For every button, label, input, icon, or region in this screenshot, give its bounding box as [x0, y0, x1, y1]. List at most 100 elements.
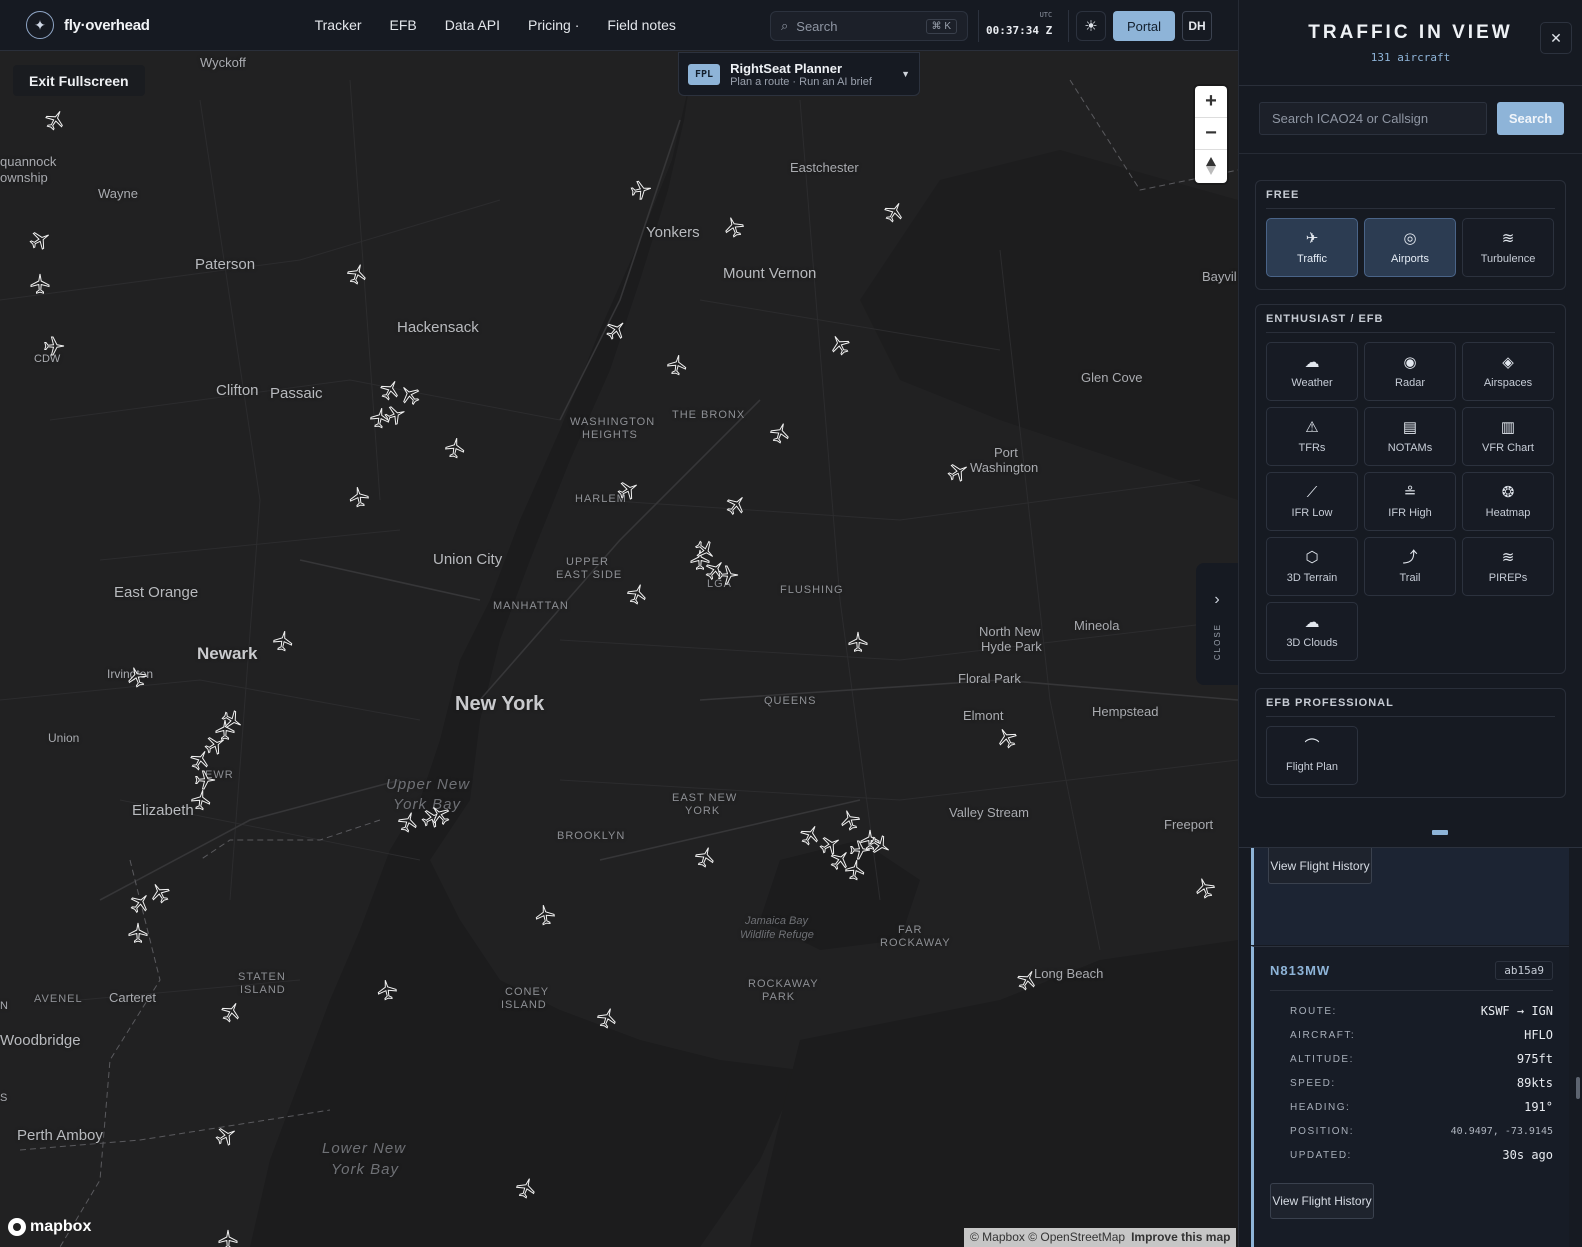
layer-toggle-heatmap[interactable]: ❂ Heatmap — [1462, 472, 1554, 531]
layer-toggle-traffic[interactable]: ✈ Traffic — [1266, 218, 1358, 277]
layer-toggle-radar[interactable]: ◉ Radar — [1364, 342, 1456, 401]
aircraft-marker[interactable] — [846, 630, 870, 654]
route-icon: ⌒ — [1304, 738, 1320, 755]
place-label: ISLAND — [501, 999, 547, 1011]
aircraft-marker[interactable] — [220, 708, 244, 732]
aircraft-marker[interactable] — [428, 803, 452, 827]
cube-icon: ⬡ — [1305, 549, 1319, 566]
aircraft-marker[interactable] — [368, 406, 392, 430]
aircraft-marker[interactable] — [148, 881, 172, 905]
layer-toggle-notams[interactable]: ▤ NOTAMs — [1364, 407, 1456, 466]
aircraft-marker[interactable] — [42, 334, 66, 358]
aircraft-marker[interactable] — [28, 228, 52, 252]
layer-toggle-turbulence[interactable]: ≋ Turbulence — [1462, 218, 1554, 277]
layer-toggle-ifr-high[interactable]: ≗ IFR High — [1364, 472, 1456, 531]
aircraft-marker[interactable] — [189, 788, 213, 812]
aircraft-marker[interactable] — [828, 333, 852, 357]
place-label: Passaic — [270, 385, 323, 402]
aircraft-marker[interactable] — [514, 1176, 538, 1200]
aircraft-marker[interactable] — [126, 921, 150, 945]
aircraft-marker[interactable] — [693, 845, 717, 869]
view-flight-history-button[interactable]: View Flight History — [1268, 848, 1372, 884]
attribution-text[interactable]: © Mapbox © OpenStreetMap — [970, 1230, 1125, 1244]
aircraft-marker[interactable] — [271, 629, 295, 653]
view-flight-history-button[interactable]: View Flight History — [1270, 1183, 1374, 1219]
place-label: Upper New — [386, 776, 471, 793]
nav-pricing[interactable]: Pricing · — [528, 17, 579, 33]
aircraft-marker[interactable] — [716, 563, 740, 587]
aircraft-marker[interactable] — [843, 858, 867, 882]
aircraft-marker[interactable] — [665, 353, 689, 377]
zoom-in-button[interactable]: + — [1195, 86, 1227, 118]
fpl-planner-dropdown[interactable]: FPL RightSeat Planner Plan a route · Run… — [678, 52, 920, 96]
layer-toggle-airspaces[interactable]: ◈ Airspaces — [1462, 342, 1554, 401]
compass-button[interactable] — [1195, 150, 1227, 182]
aircraft-marker[interactable] — [28, 272, 52, 296]
aircraft-marker[interactable] — [1015, 968, 1039, 992]
layer-toggle-trail[interactable]: ⤴ Trail — [1364, 537, 1456, 596]
nav-field-notes[interactable]: Field notes — [607, 17, 675, 33]
place-label: EAST SIDE — [556, 569, 623, 581]
aircraft-marker[interactable] — [629, 178, 653, 202]
aircraft-marker[interactable] — [43, 108, 67, 132]
aircraft-marker[interactable] — [214, 1124, 238, 1148]
portal-button[interactable]: Portal — [1113, 11, 1175, 41]
layer-toggle-tfrs[interactable]: ⚠ TFRs — [1266, 407, 1358, 466]
nav-data-api[interactable]: Data API — [445, 17, 500, 33]
user-avatar-button[interactable]: DH — [1182, 11, 1212, 41]
panel-close-tab[interactable]: › CLOSE — [1196, 563, 1238, 685]
layer-label: 3D Clouds — [1286, 637, 1338, 649]
aircraft-marker[interactable] — [768, 421, 792, 445]
layer-toggle-flight-plan[interactable]: ⌒ Flight Plan — [1266, 726, 1358, 785]
aircraft-marker[interactable] — [345, 262, 369, 286]
aircraft-marker[interactable] — [995, 726, 1019, 750]
flight-card-previous[interactable]: View Flight History — [1251, 848, 1569, 945]
nav-efb[interactable]: EFB — [390, 17, 417, 33]
aircraft-marker[interactable] — [868, 833, 892, 857]
layer-toggle-pireps[interactable]: ≋ PIREPs — [1462, 537, 1554, 596]
flight-card[interactable]: N813MW ab15a9 ROUTE: KSWF → IGN AIRCRAFT: H… — [1251, 946, 1569, 1247]
aircraft-marker[interactable] — [946, 460, 970, 484]
detail-row: ROUTE: KSWF → IGN — [1290, 999, 1553, 1023]
icao-search-input[interactable]: Search ICAO24 or Callsign — [1259, 102, 1487, 135]
layer-toggle-3d-clouds[interactable]: ☁ 3D Clouds — [1266, 602, 1358, 661]
icao-search-button[interactable]: Search — [1497, 102, 1564, 135]
nav-tracker[interactable]: Tracker — [315, 17, 362, 33]
aircraft-marker[interactable] — [724, 493, 748, 517]
aircraft-marker[interactable] — [125, 665, 149, 689]
aircraft-marker[interactable] — [219, 1000, 243, 1024]
layer-toggle-weather[interactable]: ☁ Weather — [1266, 342, 1358, 401]
aircraft-marker[interactable] — [722, 215, 746, 239]
aircraft-marker[interactable] — [533, 903, 557, 927]
theme-toggle-button[interactable]: ☀ — [1076, 11, 1106, 41]
aircraft-search: Search ICAO24 or Callsign Search — [1239, 86, 1582, 135]
layer-toggle-3d-terrain[interactable]: ⬡ 3D Terrain — [1266, 537, 1358, 596]
aircraft-marker[interactable] — [443, 436, 467, 460]
mapbox-logo[interactable]: mapbox — [8, 1218, 91, 1236]
aircraft-marker[interactable] — [693, 538, 717, 562]
aircraft-marker[interactable] — [375, 978, 399, 1002]
aircraft-marker[interactable] — [616, 478, 640, 502]
aircraft-marker[interactable] — [1193, 876, 1217, 900]
aircraft-marker[interactable] — [604, 318, 628, 342]
exit-fullscreen-button[interactable]: Exit Fullscreen — [13, 65, 145, 96]
map-canvas[interactable]: Wyckoff quannock ownship Wayne Paterson … — [0, 0, 1238, 1247]
panel-scrollbar[interactable] — [1576, 1077, 1580, 1099]
layer-toggle-airports[interactable]: ◎ Airports — [1364, 218, 1456, 277]
close-panel-button[interactable]: ✕ — [1540, 22, 1572, 54]
zoom-out-button[interactable]: − — [1195, 118, 1227, 150]
utc-clock: UTC 00:37:34 Z — [986, 11, 1052, 37]
aircraft-marker[interactable] — [595, 1006, 619, 1030]
aircraft-marker[interactable] — [882, 200, 906, 224]
improve-map-link[interactable]: Improve this map — [1131, 1230, 1230, 1244]
aircraft-marker[interactable] — [216, 1228, 240, 1247]
logo[interactable]: ✦ fly·overhead — [26, 11, 150, 39]
aircraft-marker[interactable] — [625, 582, 649, 606]
global-search[interactable]: ⌕ Search ⌘ K — [770, 11, 968, 41]
layer-label: Trail — [1399, 572, 1421, 584]
layer-toggle-vfr-chart[interactable]: ▥ VFR Chart — [1462, 407, 1554, 466]
plane-icon — [999, 729, 1017, 749]
aircraft-marker[interactable] — [347, 485, 371, 509]
plane-icon — [515, 1178, 535, 1199]
layer-toggle-ifr-low[interactable]: ⟋ IFR Low — [1266, 472, 1358, 531]
